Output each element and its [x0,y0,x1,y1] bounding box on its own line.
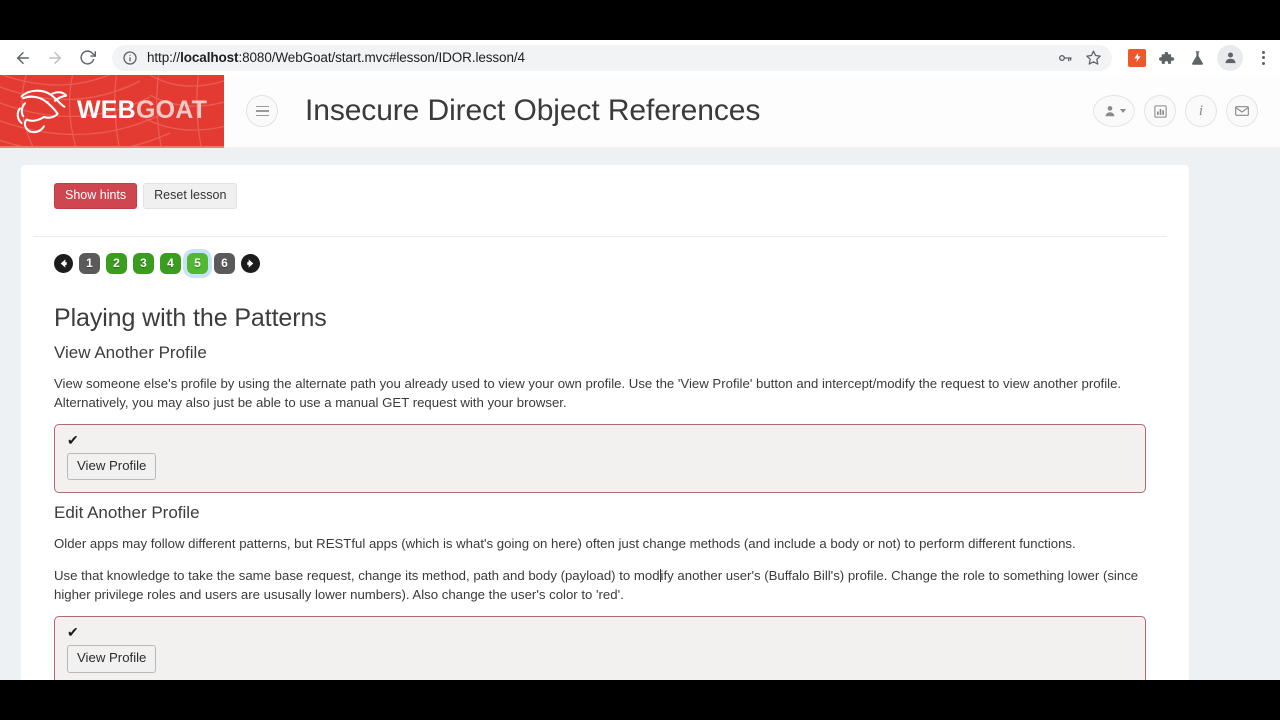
address-bar-text[interactable]: http://localhost:8080/WebGoat/start.mvc#… [147,50,1054,65]
pager-next-arrow-icon[interactable] [241,253,260,273]
flask-extension-icon[interactable] [1186,47,1208,69]
profile-avatar-icon[interactable] [1217,44,1243,71]
view-profile-check-icon: ✔ [67,431,79,448]
pager-page-6[interactable]: 6 [214,252,235,274]
hamburger-menu-icon[interactable] [246,95,278,127]
section-edit-profile-heading: Edit Another Profile [54,503,200,523]
extensions-puzzle-icon[interactable] [1155,47,1177,69]
pager-page-2[interactable]: 2 [106,252,127,274]
pager-page-3[interactable]: 3 [133,252,154,274]
password-key-icon[interactable] [1054,47,1076,69]
view-profile-button-2[interactable]: View Profile [67,645,157,673]
webgoat-logo-text: WEBGOAT [77,98,207,123]
paragraph-2-before-caret: Use that knowledge to take the same base… [54,568,660,584]
site-info-icon[interactable] [122,50,138,66]
logo-goat-text: GOAT [135,96,208,124]
chevron-down-icon [1119,109,1126,113]
letterbox-top [0,0,1280,40]
browser-window: http://localhost:8080/WebGoat/start.mvc#… [0,40,1280,680]
app-header: WEBGOAT Insecure Direct Object Reference… [0,75,1280,148]
reset-lesson-button[interactable]: Reset lesson [143,183,238,209]
webgoat-logo[interactable]: WEBGOAT [0,75,224,148]
webgoat-app: WEBGOAT Insecure Direct Object Reference… [0,75,1280,680]
reload-icon[interactable] [72,43,102,73]
show-hints-button[interactable]: Show hints [54,183,138,209]
header-icon-group: i [1093,95,1258,127]
logo-web-text: WEB [77,96,136,124]
three-dot-menu-icon[interactable] [1252,50,1272,65]
goat-head-icon [16,89,68,133]
pager-page-1[interactable]: 1 [79,252,100,274]
section-edit-profile-paragraph-1: Older apps may follow different patterns… [54,536,1076,552]
pager-page-4[interactable]: 4 [160,252,181,274]
lesson-pagination: 1 2 3 4 5 6 [33,237,1167,274]
view-profile-button-1[interactable]: View Profile [67,452,157,481]
lesson-card: Show hints Reset lesson 1 2 3 4 5 6 Play… [21,165,1189,680]
screen-root: http://localhost:8080/WebGoat/start.mvc#… [0,0,1280,720]
extension-icons [1120,44,1272,71]
scoreboard-chart-icon[interactable] [1144,95,1176,127]
section-view-profile-paragraph: View someone else's profile by using the… [54,375,1122,410]
lesson-controls: Show hints Reset lesson [33,183,1167,209]
page-title: Insecure Direct Object References [305,94,761,127]
letterbox-bottom [0,680,1280,720]
browser-toolbar: http://localhost:8080/WebGoat/start.mvc#… [0,40,1280,75]
bookmark-star-icon[interactable] [1082,47,1104,69]
edit-profile-check-icon: ✔ [67,624,79,641]
lesson-heading: Playing with the Patterns [54,303,327,332]
forward-arrow-icon[interactable] [40,43,70,73]
contact-mail-icon[interactable] [1226,95,1258,127]
pager-page-5[interactable]: 5 [187,252,208,274]
pager-prev-arrow-icon[interactable] [54,253,73,273]
about-info-icon[interactable]: i [1185,95,1217,127]
lightning-extension-icon[interactable] [1128,48,1146,67]
back-arrow-icon[interactable] [8,43,38,73]
section-view-profile-heading: View Another Profile [54,342,207,362]
view-profile-attack-box: ✔ View Profile [54,423,1146,494]
user-menu-icon[interactable] [1093,95,1135,127]
address-bar[interactable]: http://localhost:8080/WebGoat/start.mvc#… [112,44,1112,71]
section-edit-profile-paragraph-2: Use that knowledge to take the same base… [54,566,1146,604]
edit-profile-attack-box: ✔ View Profile [54,616,1146,680]
